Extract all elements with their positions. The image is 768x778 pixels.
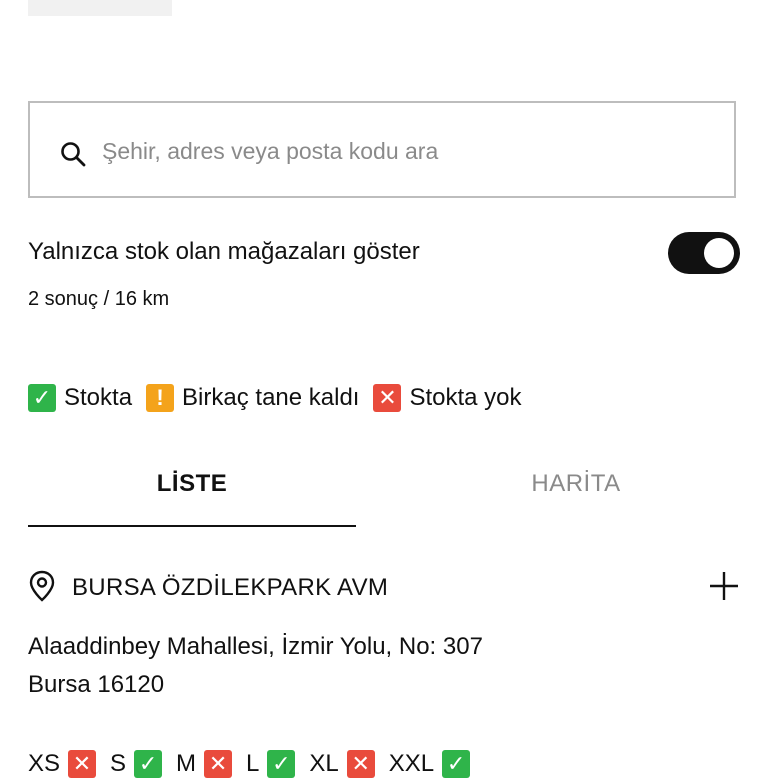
results-summary: 2 sonuç / 16 km (28, 288, 170, 310)
size-label: M (176, 750, 197, 777)
stock-filter-label: Yalnızca stok olan mağazaları göster (28, 238, 420, 265)
legend-label: Birkaç tane kaldı (182, 384, 360, 411)
legend-item-in-stock: ✓ Stokta (28, 384, 132, 412)
size-label: L (246, 750, 260, 777)
size-label: XXL (388, 750, 435, 777)
tab-map[interactable]: HARİTA (412, 470, 740, 498)
stock-legend: ✓ Stokta ! Birkaç tane kaldı ✕ Stokta yo… (28, 384, 536, 412)
store-address: Alaaddinbey Mahallesi, İzmir Yolu, No: 3… (28, 628, 483, 704)
size-item-m: M ✕ (176, 750, 233, 778)
check-icon: ✓ (267, 750, 296, 778)
address-line-2: Bursa 16120 (28, 671, 165, 698)
warning-icon: ! (146, 384, 175, 412)
size-label: S (110, 750, 127, 777)
size-item-xxl: XXL ✓ (388, 750, 471, 778)
plus-icon[interactable] (708, 570, 740, 602)
search-icon (61, 142, 86, 167)
size-item-xl: XL ✕ (309, 750, 375, 778)
size-label: XL (309, 750, 339, 777)
top-placeholder-block (28, 0, 172, 16)
store-name: BURSA ÖZDİLEKPARK AVM (72, 574, 389, 601)
stock-filter-row: Yalnızca stok olan mağazaları göster (28, 232, 740, 274)
check-icon: ✓ (134, 750, 163, 778)
toggle-knob (704, 238, 734, 268)
cross-icon: ✕ (204, 750, 233, 778)
size-item-s: S ✓ (110, 750, 163, 778)
cross-icon: ✕ (68, 750, 97, 778)
legend-label: Stokta (64, 384, 133, 411)
size-item-xs: XS ✕ (28, 750, 97, 778)
size-availability: XS ✕ S ✓ M ✕ L ✓ XL ✕ XXL ✓ (28, 750, 484, 778)
check-icon: ✓ (28, 384, 56, 412)
cross-icon: ✕ (346, 750, 375, 778)
store-card-header[interactable]: BURSA ÖZDİLEKPARK AVM (28, 566, 740, 606)
view-tabs: LİSTE HARİTA (28, 462, 740, 528)
location-pin-icon (29, 570, 55, 602)
address-line-1: Alaaddinbey Mahallesi, İzmir Yolu, No: 3… (28, 633, 483, 660)
stock-filter-toggle[interactable] (668, 232, 740, 274)
search-box[interactable] (28, 101, 736, 198)
active-tab-indicator (28, 525, 356, 527)
size-item-l: L ✓ (246, 750, 296, 778)
tab-list[interactable]: LİSTE (28, 470, 356, 498)
size-label: XS (28, 750, 61, 777)
cross-icon: ✕ (373, 384, 402, 412)
legend-label: Stokta yok (409, 384, 522, 411)
legend-item-out-of-stock: ✕ Stokta yok (373, 384, 522, 412)
check-icon: ✓ (442, 750, 471, 778)
legend-item-few-left: ! Birkaç tane kaldı (146, 384, 359, 412)
search-input[interactable] (102, 131, 702, 171)
